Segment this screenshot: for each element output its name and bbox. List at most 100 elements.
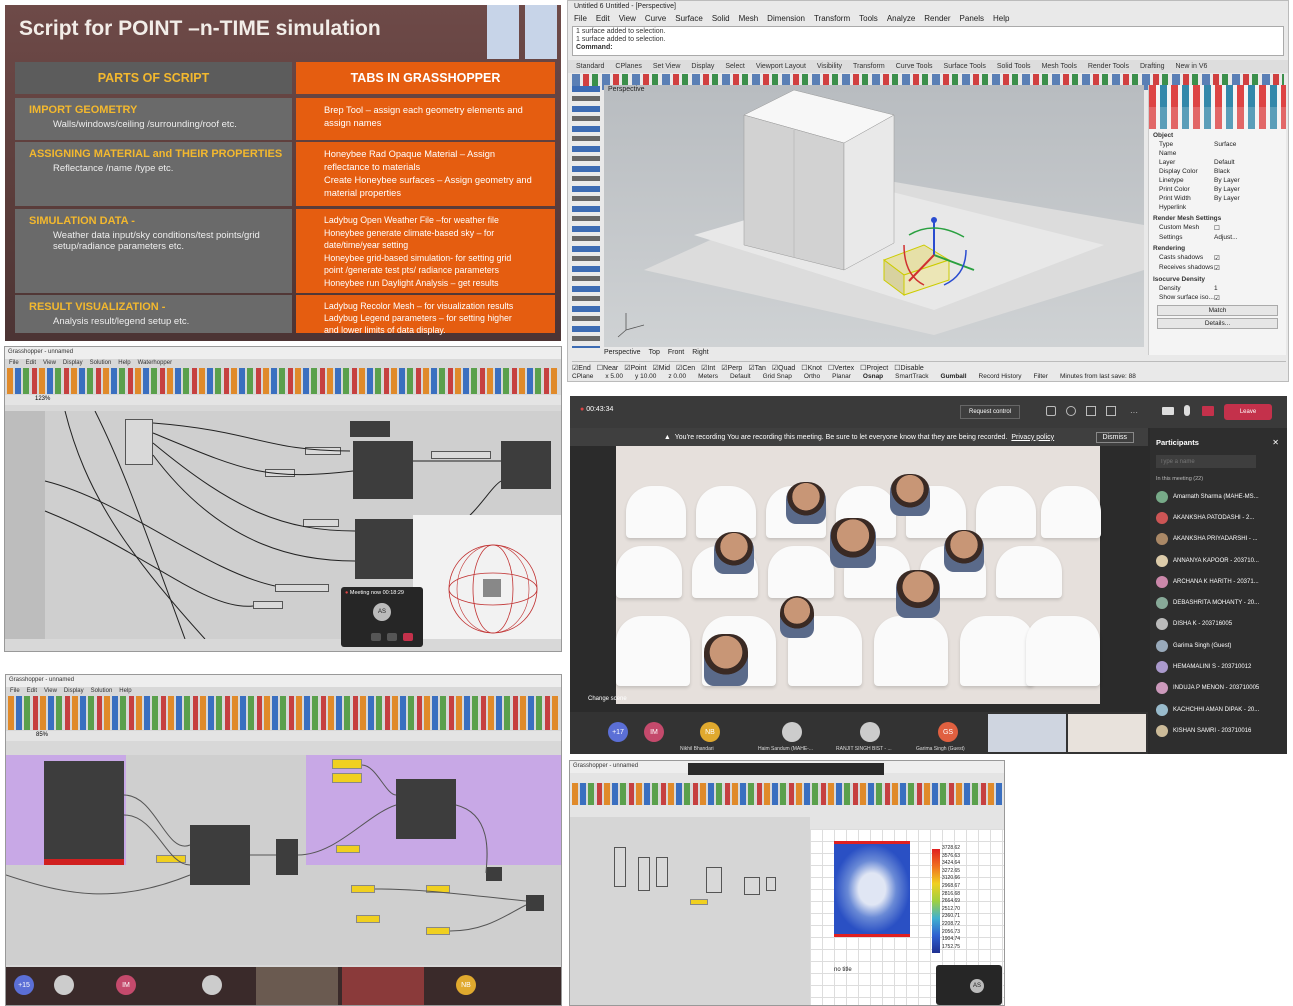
menu-item[interactable]: Display (63, 360, 83, 366)
more-participants-badge[interactable]: +17 (608, 722, 628, 742)
change-scene-button[interactable]: Change scene (588, 696, 627, 702)
casts-shadows-checkbox[interactable]: Casts shadows ☑ (1149, 253, 1286, 263)
snap-tan[interactable]: ☑Tan (748, 364, 766, 372)
gh-component[interactable] (744, 877, 760, 895)
smarttrack-toggle[interactable]: SmartTrack (895, 373, 928, 380)
gh-component[interactable] (706, 867, 722, 893)
tab[interactable]: New in V6 (1175, 63, 1207, 70)
tab[interactable]: Display (691, 63, 714, 70)
planar-toggle[interactable]: Planar (832, 373, 851, 380)
participant-item[interactable]: DISHA K - 203716005 (1150, 614, 1287, 635)
tab[interactable]: Visibility (817, 63, 842, 70)
show-surface-checkbox[interactable]: Show surface iso... ☑ (1149, 293, 1286, 303)
zoom-field[interactable]: 85% (6, 731, 561, 741)
camera-icon[interactable] (371, 633, 381, 641)
filter-toggle[interactable]: Filter (1034, 373, 1048, 380)
component-toolbar[interactable] (8, 696, 559, 730)
menu-item[interactable]: Solution (90, 360, 112, 366)
menu-item[interactable]: Edit (596, 14, 610, 25)
prop-row[interactable]: Layer Default (1149, 158, 1286, 167)
osnap-toggle[interactable]: Osnap (863, 373, 883, 380)
tab-front[interactable]: Front (668, 349, 684, 356)
gh-canvas[interactable] (570, 817, 810, 1005)
menu-item[interactable]: Mesh (739, 14, 759, 25)
tab[interactable]: Surface Tools (944, 63, 986, 70)
participant-search-input[interactable] (1156, 455, 1256, 468)
mic-icon[interactable] (387, 633, 397, 641)
self-video-thumbnail[interactable] (1068, 714, 1146, 752)
gh-canvas[interactable] (5, 411, 561, 639)
rooms-icon[interactable] (1106, 406, 1116, 416)
in-meeting-label[interactable]: In this meeting (22) (1150, 472, 1287, 486)
tab-perspective[interactable]: Perspective (604, 349, 641, 356)
menu-item[interactable]: Solid (712, 14, 730, 25)
tab[interactable]: Solid Tools (997, 63, 1031, 70)
participant-item[interactable]: HEMAMALINI S - 203710012 (1150, 656, 1287, 677)
snap-disable[interactable]: ☐Disable (894, 364, 924, 372)
meeting-popup[interactable]: ● Meeting now 00:18:29 AS (341, 587, 423, 647)
menu-item[interactable]: File (9, 360, 19, 366)
details-button[interactable]: Details... (1157, 318, 1278, 329)
close-icon[interactable]: ✕ (1272, 438, 1279, 447)
leave-button[interactable]: Leave (1224, 404, 1272, 420)
chat-icon[interactable] (1066, 406, 1076, 416)
tab[interactable]: Transform (853, 63, 885, 70)
menu-item[interactable]: Analyze (887, 14, 915, 25)
gh-component[interactable] (766, 877, 776, 891)
tab-top[interactable]: Top (649, 349, 660, 356)
meeting-controls-bar[interactable] (688, 763, 884, 775)
gh-canvas[interactable] (6, 755, 561, 965)
custom-mesh-checkbox[interactable]: Custom Mesh ☐ (1149, 223, 1286, 233)
panel-icons[interactable] (1149, 107, 1286, 129)
participant-item[interactable]: AKANKSHA PRIYADARSHI - ... (1150, 529, 1287, 550)
menu-item[interactable]: File (10, 688, 20, 694)
tab[interactable]: Drafting (1140, 63, 1165, 70)
menu-item[interactable]: Dimension (767, 14, 805, 25)
match-button[interactable]: Match (1157, 305, 1278, 316)
command-prompt[interactable]: Command: (576, 44, 1280, 52)
gh-component[interactable] (656, 857, 668, 887)
hangup-icon[interactable] (403, 633, 413, 641)
tab[interactable]: Render Tools (1088, 63, 1129, 70)
component-toolbar[interactable] (572, 783, 1002, 805)
tab[interactable]: Set View (653, 63, 681, 70)
menu-item[interactable]: Display (64, 688, 84, 694)
menu-item[interactable]: Surface (675, 14, 703, 25)
snap-int[interactable]: ☑Int (701, 364, 715, 372)
menu-item[interactable]: Solution (91, 688, 113, 694)
participant-item[interactable]: KACHCHHI AMAN DIPAK - 20... (1150, 699, 1287, 720)
snap-end[interactable]: ☑End (572, 364, 591, 372)
ortho-toggle[interactable]: Ortho (804, 373, 820, 380)
status-layer[interactable]: Default (730, 373, 751, 380)
snap-perp[interactable]: ☑Perp (721, 364, 742, 372)
tab[interactable]: Mesh Tools (1042, 63, 1077, 70)
dismiss-button[interactable]: Dismiss (1095, 431, 1134, 443)
snap-quad[interactable]: ☑Quad (772, 364, 795, 372)
menu-item[interactable]: Waterhopper (138, 360, 172, 366)
menu-item[interactable]: Render (924, 14, 950, 25)
screen-share-thumbnail[interactable] (988, 714, 1066, 752)
tab[interactable]: CPlanes (615, 63, 641, 70)
gumball-toggle[interactable]: Gumball (941, 373, 967, 380)
density-field[interactable]: Density 1 (1149, 284, 1286, 293)
menu-item[interactable]: Help (993, 14, 1009, 25)
participant-item[interactable]: Amarnath Sharma (MAHE-MS... (1150, 486, 1287, 507)
meeting-popup[interactable]: AS (936, 965, 1002, 1005)
menu-item[interactable]: View (619, 14, 636, 25)
reactions-icon[interactable] (1086, 406, 1096, 416)
perspective-viewport[interactable]: Perspective (604, 85, 1144, 347)
command-area[interactable]: 1 surface added to selection. 1 surface … (572, 26, 1284, 56)
prop-row[interactable]: Display Color Black (1149, 167, 1286, 176)
prop-row[interactable]: Print Width By Layer (1149, 194, 1286, 203)
prop-row[interactable]: Print Color By Layer (1149, 185, 1286, 194)
participant-item[interactable]: ARCHANA K HARITH - 20371... (1150, 571, 1287, 592)
prop-row[interactable]: Linetype By Layer (1149, 176, 1286, 185)
record-history-toggle[interactable]: Record History (979, 373, 1022, 380)
side-toolbar[interactable] (572, 86, 600, 348)
component-toolbar[interactable] (7, 368, 559, 394)
snap-cen[interactable]: ☑Cen (676, 364, 695, 372)
camera-icon[interactable] (1162, 407, 1174, 415)
tab-standard[interactable]: Standard (576, 63, 604, 70)
tab[interactable]: Viewport Layout (756, 63, 806, 70)
viewport-label[interactable]: Perspective (608, 86, 645, 93)
